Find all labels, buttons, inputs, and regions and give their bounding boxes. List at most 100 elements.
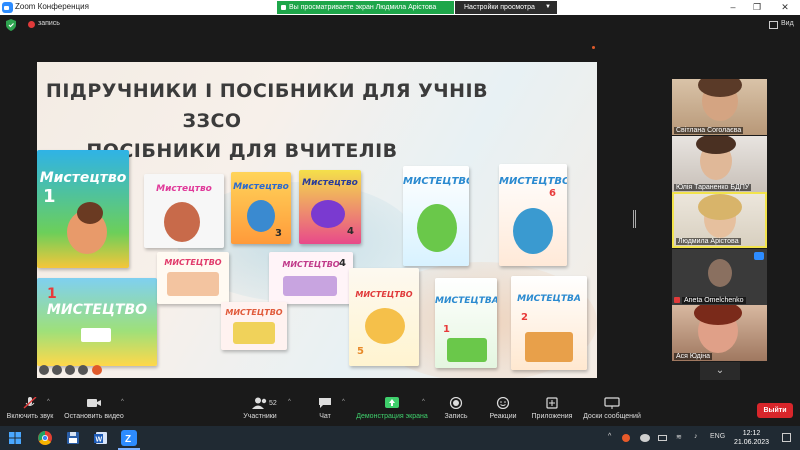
language-indicator[interactable]: ENG: [710, 433, 725, 440]
unmute-label: Включить звук: [6, 413, 54, 420]
cartoon-child-hair: [77, 202, 103, 224]
participants-options-caret[interactable]: ^: [288, 399, 291, 405]
audio-options-caret[interactable]: ^: [47, 399, 50, 405]
participants-count: 52: [269, 400, 277, 407]
participants-icon: [252, 396, 268, 409]
chat-icon: [317, 396, 333, 408]
whiteboards-button[interactable]: Доски сообщений: [582, 396, 642, 420]
drum-kids-image: [513, 208, 553, 254]
apps-icon: [544, 396, 560, 409]
save-icon[interactable]: [64, 429, 82, 447]
participant-tile-active-speaker[interactable]: Людмила Арістова: [672, 192, 767, 248]
zoom-window: Zoom Конференция Вы просматриваете экран…: [0, 0, 800, 450]
share-screen-button[interactable]: Демонстрация экрана: [354, 396, 430, 420]
meeting-info-bar: запись Вид: [0, 15, 800, 35]
participant-name: Ася Юдіна: [674, 353, 713, 360]
screen-share-icon: [281, 5, 286, 10]
share-options-caret[interactable]: ^: [422, 399, 425, 405]
video-options-caret[interactable]: ^: [121, 399, 124, 405]
instruments-image: [447, 338, 487, 362]
participant-tile[interactable]: Юлія Тараненко БДПУ: [672, 136, 767, 192]
instruments-image: [525, 332, 573, 362]
notebook-image: [81, 328, 111, 342]
apps-label: Приложения: [531, 413, 573, 420]
tray-app-icon[interactable]: [622, 434, 630, 442]
chrome-icon[interactable]: [36, 429, 54, 447]
pen-icon[interactable]: [52, 365, 62, 375]
paints-image: [233, 322, 275, 344]
view-grid-icon[interactable]: [769, 21, 778, 29]
textbook-cover: Мистецтво 4: [299, 170, 361, 244]
participant-name: Світлана Соголаєва: [674, 127, 744, 134]
book-title: МИСТЕЦТВО: [499, 176, 567, 187]
notifications-icon[interactable]: [782, 433, 791, 442]
view-options-button[interactable]: Настройки просмотра ▼: [455, 1, 557, 14]
zoom-taskbar-icon[interactable]: Z: [120, 429, 138, 447]
book-title: Мистецтво: [302, 178, 358, 188]
book-title: МИСТЕЦТВО: [355, 290, 413, 299]
close-icon[interactable]: ✕: [778, 1, 792, 14]
grade-number: 4: [339, 258, 346, 269]
chevron-down-icon: ⌄: [715, 365, 725, 376]
apps-button[interactable]: Приложения: [528, 396, 576, 420]
volume-icon[interactable]: ♪: [694, 433, 698, 440]
share-screen-label: Демонстрация экрана: [356, 413, 428, 420]
music-notes-image: [365, 308, 405, 344]
instruments-image: [167, 272, 219, 296]
chat-button[interactable]: Чат: [310, 396, 340, 420]
chat-options-caret[interactable]: ^: [342, 399, 345, 405]
recording-icon: [28, 21, 35, 28]
share-screen-icon: [384, 396, 400, 408]
clock-date: 21.06.2023: [734, 439, 770, 446]
spotlight-icon[interactable]: [78, 365, 88, 375]
slide-indicator-dot: [592, 46, 595, 49]
participant-tile[interactable]: Світлана Соголаєва: [672, 79, 767, 135]
stop-video-button[interactable]: Остановить видео: [62, 396, 126, 420]
stamp-icon[interactable]: [92, 365, 102, 375]
book-title: МИСТЕЦТВО: [46, 302, 148, 318]
restore-icon[interactable]: ❐: [750, 1, 764, 14]
tray-expand-icon[interactable]: ^: [608, 433, 611, 440]
panel-resize-handle[interactable]: [633, 210, 636, 228]
cartoon-kids-image: [311, 200, 345, 228]
textbook-cover: МИСТЕЦТВО: [403, 166, 469, 266]
battery-icon[interactable]: [658, 435, 667, 441]
participant-video: [708, 259, 732, 287]
book-title: МИСТЕЦТВА: [435, 296, 497, 306]
clock-time: 12:12: [742, 430, 761, 437]
more-options-icon[interactable]: [754, 252, 764, 260]
textbook-cover: МИСТЕЦТВО 6: [499, 164, 567, 266]
workbook-cover: МИСТЕЦТВО: [221, 302, 287, 350]
annotation-menu-icon[interactable]: [39, 365, 49, 375]
book-title: МИСТЕЦТВО: [403, 176, 469, 187]
smiley-plus-icon: [495, 396, 511, 410]
minimize-icon[interactable]: –: [726, 1, 740, 14]
participant-tile[interactable]: Aneta Omelchenko: [672, 249, 767, 305]
workbook-cover: МИСТЕЦТВО: [157, 252, 229, 304]
workbook-cover: МИСТЕЦТВА 1: [435, 278, 497, 368]
participant-hair: [698, 194, 742, 220]
shield-icon[interactable]: [6, 19, 16, 31]
music-image: [283, 276, 337, 296]
scroll-down-button[interactable]: ⌄: [700, 362, 740, 380]
participant-tile[interactable]: Ася Юдіна: [672, 305, 767, 361]
shared-screen-slide: ПІДРУЧНИКИ І ПОСІБНИКИ ДЛЯ УЧНІВ ЗЗСО ПО…: [37, 62, 597, 378]
grade-number: 3: [275, 228, 282, 239]
windows-taskbar: W Z ^ ≋ ♪ ENG 12:12 21.06.2023: [0, 426, 800, 450]
system-clock[interactable]: 12:12 21.06.2023: [734, 429, 769, 447]
view-button[interactable]: Вид: [781, 20, 794, 27]
textbook-cover: Мистецтво: [144, 174, 224, 248]
record-button[interactable]: Запись: [440, 396, 472, 420]
meeting-toolbar: Включить звук ^ Остановить видео ^ Участ…: [0, 392, 800, 426]
reactions-button[interactable]: Реакции: [486, 396, 520, 420]
leave-meeting-button[interactable]: Выйти: [757, 403, 793, 418]
whiteboards-label: Доски сообщений: [583, 413, 641, 420]
book-title: МИСТЕЦТВО: [164, 258, 222, 267]
word-icon[interactable]: W: [92, 429, 110, 447]
video-camera-icon: [86, 396, 102, 408]
cloud-icon[interactable]: [640, 434, 650, 442]
eraser-icon[interactable]: [65, 365, 75, 375]
wifi-icon[interactable]: ≋: [676, 433, 682, 441]
windows-start-icon[interactable]: [6, 429, 24, 447]
title-bar: Zoom Конференция Вы просматриваете экран…: [0, 0, 800, 15]
